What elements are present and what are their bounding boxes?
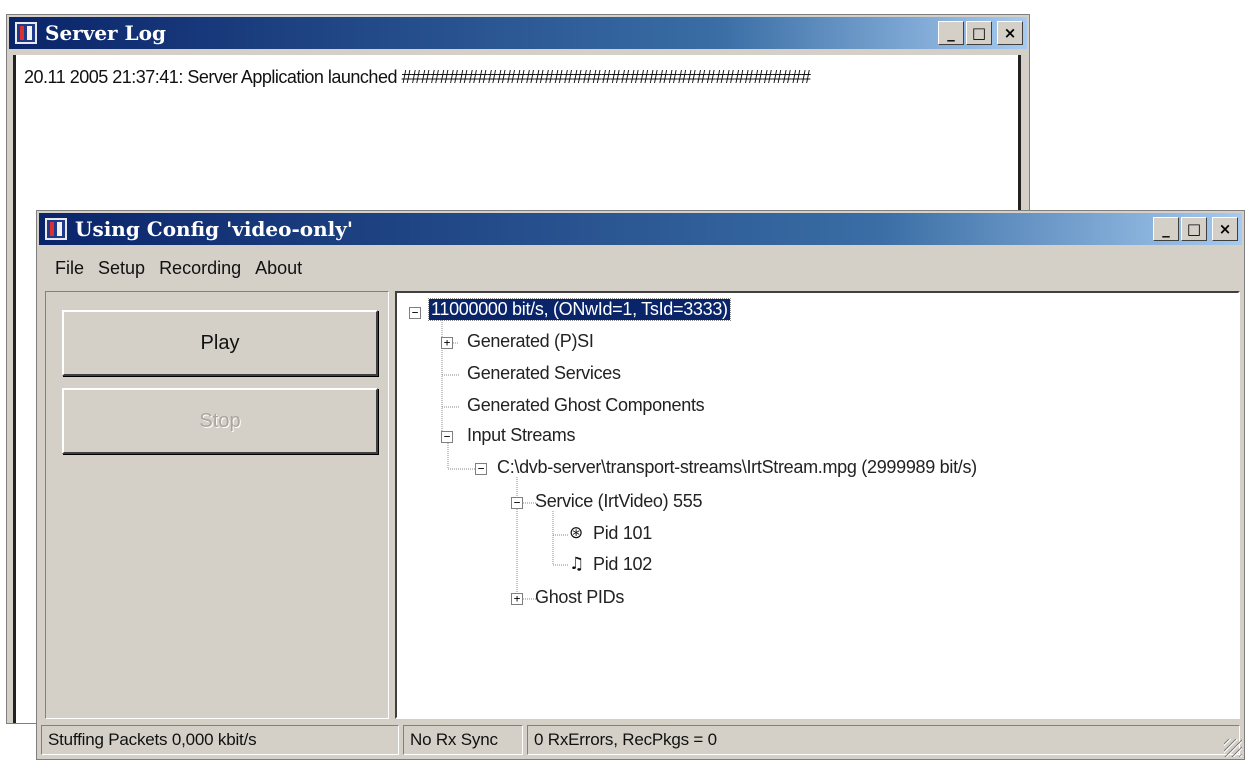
config-title: Using Config 'video-only' [75,217,353,241]
control-panel: Play Stop [45,291,389,719]
menu-about[interactable]: About [255,258,302,279]
status-errors: 0 RxErrors, RecPkgs = 0 [527,725,1240,755]
service-collapse-toggle[interactable]: − [511,497,523,509]
log-line: 20.11 2005 21:37:41: Server Application … [24,67,811,87]
psi-expand-toggle[interactable]: + [441,337,453,349]
tree-item-generated-psi[interactable]: Generated (P)SI [467,331,594,352]
menu-bar: File Setup Recording About [41,251,1240,285]
menu-file[interactable]: File [55,258,84,279]
tree-item-stream-file[interactable]: C:\dvb-server\transport-streams\IrtStrea… [497,457,977,478]
status-bar: Stuffing Packets 0,000 kbit/s No Rx Sync… [41,723,1240,757]
tree-connector-lines [441,320,569,600]
minimize-button[interactable]: _ [938,21,964,45]
status-stuffing: Stuffing Packets 0,000 kbit/s [41,725,399,755]
tree-item-pid-video[interactable]: Pid 101 [593,523,652,544]
tree-item-generated-ghost[interactable]: Generated Ghost Components [467,395,705,416]
menu-recording[interactable]: Recording [159,258,241,279]
tree-root[interactable]: 11000000 bit/s, (ONwId=1, TsId=3333) [428,298,731,321]
tree-item-pid-audio[interactable]: Pid 102 [593,554,652,575]
tree-item-service[interactable]: Service (IrtVideo) 555 [535,491,702,512]
stream-tree[interactable]: − 11000000 bit/s, (ONwId=1, TsId=3333) +… [395,291,1240,719]
config-window: Using Config 'video-only' _ □ × File Set… [36,210,1245,760]
close-button[interactable]: × [1212,217,1238,241]
minimize-button[interactable]: _ [1153,217,1179,241]
tree-item-generated-services[interactable]: Generated Services [467,363,621,384]
menu-setup[interactable]: Setup [98,258,145,279]
maximize-button[interactable]: □ [966,21,992,45]
stream-file-collapse-toggle[interactable]: − [475,463,487,475]
app-logo-icon [15,22,37,44]
server-log-window-controls: _ □ × [938,21,1023,45]
play-button[interactable]: Play [62,310,378,376]
tree-item-ghost-pids[interactable]: Ghost PIDs [535,587,624,608]
config-titlebar[interactable]: Using Config 'video-only' _ □ × [39,213,1242,245]
resize-grip[interactable] [1224,739,1242,757]
maximize-button[interactable]: □ [1181,217,1207,241]
ghost-pids-expand-toggle[interactable]: + [511,593,523,605]
camera-icon: ⊛ [569,523,584,543]
root-collapse-toggle[interactable]: − [409,307,421,319]
server-log-title: Server Log [45,21,166,45]
app-logo-icon [45,218,67,240]
tree-item-input-streams[interactable]: Input Streams [467,425,575,446]
config-window-controls: _ □ × [1153,217,1238,241]
stop-button: Stop [62,388,378,454]
status-sync: No Rx Sync [403,725,523,755]
music-note-icon: ♫ [569,554,585,574]
close-button[interactable]: × [997,21,1023,45]
input-streams-collapse-toggle[interactable]: − [441,431,453,443]
server-log-titlebar[interactable]: Server Log _ □ × [9,17,1027,49]
